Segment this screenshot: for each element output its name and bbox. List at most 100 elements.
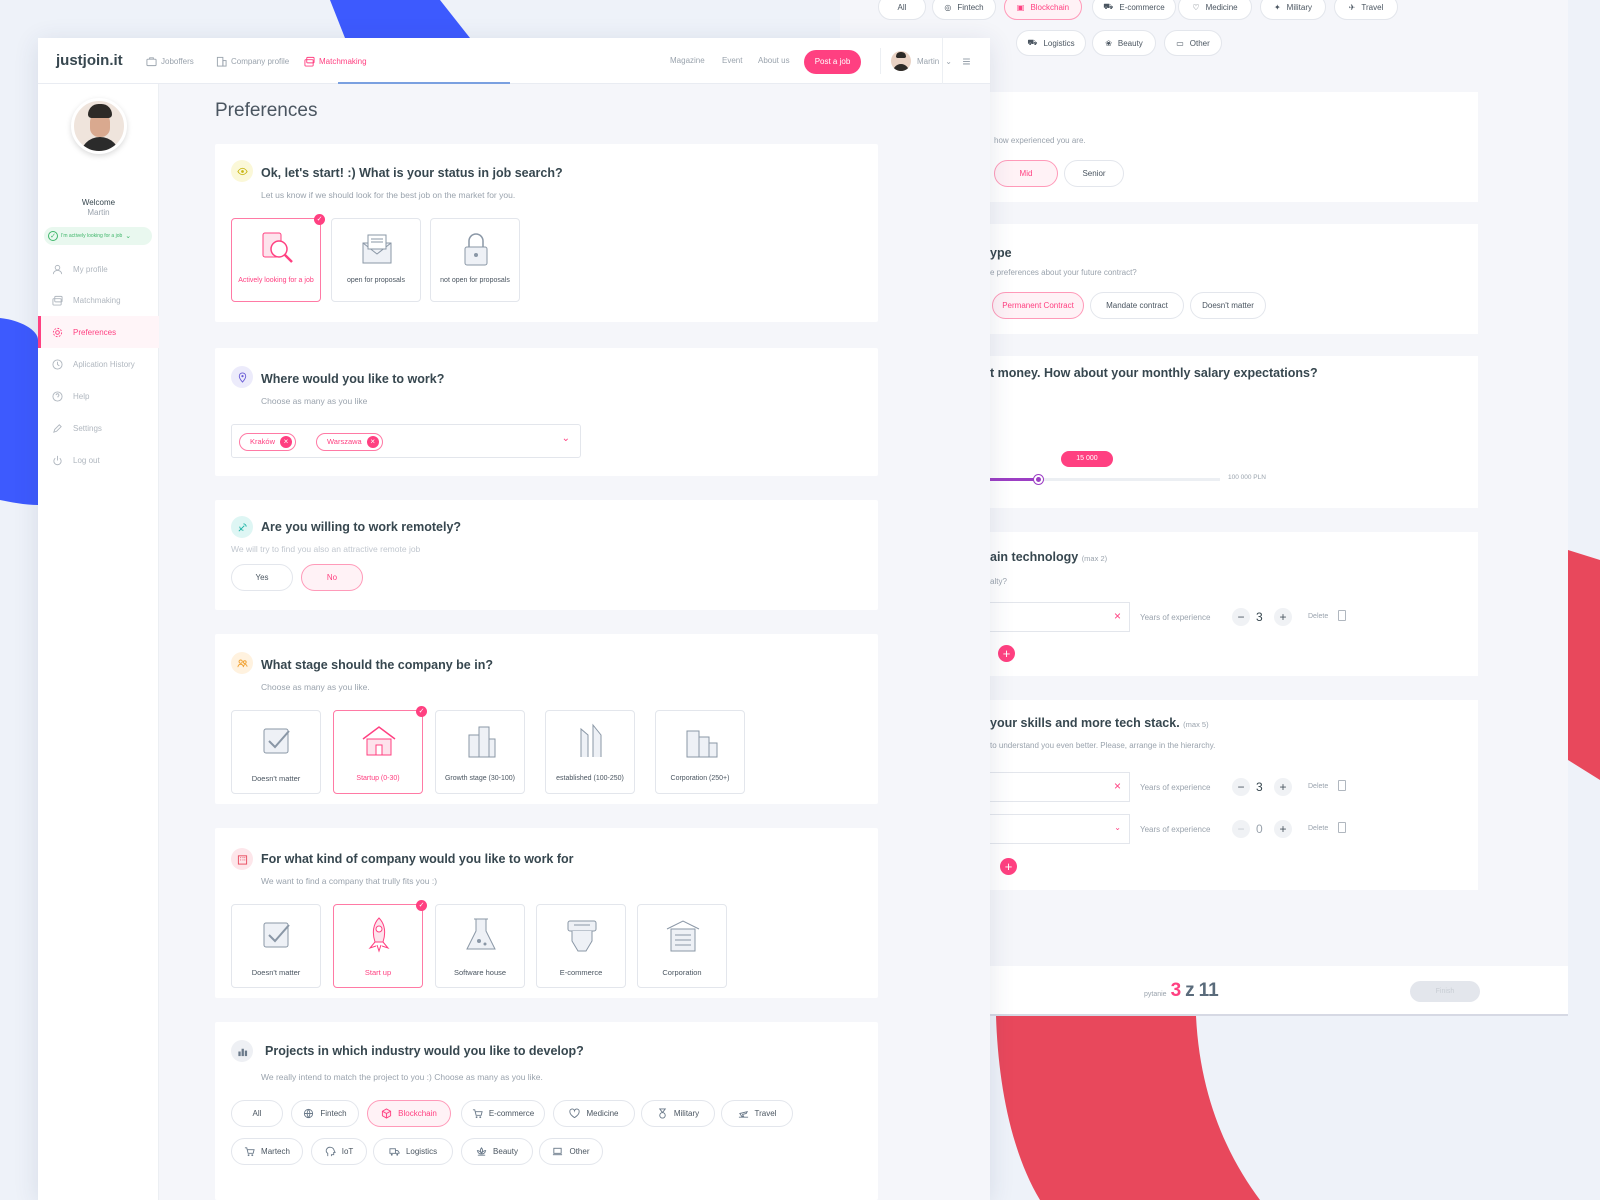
back-tech-input[interactable]: × xyxy=(990,602,1130,632)
back-skills-card: your skills and more tech stack. (max 5)… xyxy=(990,700,1478,890)
back-experience-subtitle: how experienced you are. xyxy=(994,136,1086,145)
sidebar-item-matchmaking[interactable]: Matchmaking xyxy=(38,284,159,316)
back-skill-select-2[interactable]: ⌄ xyxy=(990,814,1130,844)
stage-corporation[interactable]: Corporation (250+) xyxy=(655,710,745,794)
question-job-status: Ok, let's start! :) What is your status … xyxy=(215,144,878,322)
clear-icon[interactable]: × xyxy=(1114,609,1121,623)
back-exp-mid[interactable]: Mid xyxy=(994,160,1058,187)
remove-chip-icon[interactable]: × xyxy=(280,436,293,448)
add-tech-button[interactable]: + xyxy=(998,645,1015,662)
back-tag-all[interactable]: All xyxy=(878,0,926,20)
medal-icon: ✦ xyxy=(1273,2,1281,12)
location-multiselect[interactable]: Kraków × Warszawa × ⌄ xyxy=(231,424,581,458)
industry-tag-logistics[interactable]: Logistics xyxy=(373,1138,453,1165)
stage-startup[interactable]: Startup (0-30) ✓ xyxy=(333,706,427,794)
add-skill-button[interactable]: + xyxy=(1000,858,1017,875)
stage-established[interactable]: established (100-250) xyxy=(545,710,635,794)
finish-button[interactable]: Finish xyxy=(1410,981,1480,1002)
salary-slider-track[interactable] xyxy=(990,475,1220,484)
stage-doesnt-matter[interactable]: Doesn't matter xyxy=(231,710,321,794)
back-tech-subtitle: alty? xyxy=(990,577,1007,586)
delete-button[interactable]: Delete xyxy=(1308,825,1328,832)
link-event[interactable]: Event xyxy=(722,56,742,65)
chevron-down-icon[interactable]: ⌄ xyxy=(562,433,570,444)
industry-tag-fintech[interactable]: Fintech xyxy=(291,1100,359,1127)
delete-button[interactable]: Delete xyxy=(1308,783,1328,790)
clear-icon[interactable]: × xyxy=(1114,779,1121,793)
back-tag-ecommerce[interactable]: ⛟ E-commerce xyxy=(1092,0,1176,20)
back-skill-input-1[interactable]: × xyxy=(990,772,1130,802)
industry-tag-iot[interactable]: IoT xyxy=(311,1138,367,1165)
back-exp-senior[interactable]: Senior xyxy=(1064,160,1124,187)
industry-tag-travel[interactable]: Travel xyxy=(721,1100,793,1127)
sidebar-item-settings[interactable]: Settings xyxy=(38,412,159,444)
building-icon xyxy=(216,56,227,67)
industry-tag-other[interactable]: Other xyxy=(539,1138,603,1165)
kind-startup[interactable]: Start up ✓ xyxy=(333,900,427,988)
nav-matchmaking[interactable]: Matchmaking xyxy=(304,56,367,67)
back-tag-blockchain[interactable]: ▣ Blockchain xyxy=(1004,0,1082,20)
plus-button[interactable]: + xyxy=(1274,778,1292,796)
trash-icon[interactable] xyxy=(1338,822,1346,833)
plus-button[interactable]: + xyxy=(1274,608,1292,626)
option-actively-looking[interactable]: Actively looking for a job ✓ xyxy=(231,214,325,302)
back-tag-medicine[interactable]: ♡ Medicine xyxy=(1178,0,1252,20)
industry-tag-ecommerce[interactable]: E-commerce xyxy=(461,1100,545,1127)
trash-icon[interactable] xyxy=(1338,610,1346,621)
industry-tag-martech[interactable]: Martech xyxy=(231,1138,303,1165)
option-open-for-proposals[interactable]: open for proposals xyxy=(331,218,421,302)
check-circle-icon: ✓ xyxy=(48,231,58,241)
back-skills-subtitle: to understand you even better. Please, a… xyxy=(990,741,1216,750)
back-tag-travel[interactable]: ✈ Travel xyxy=(1334,0,1398,20)
industry-tag-beauty[interactable]: Beauty xyxy=(461,1138,533,1165)
back-tag-logistics[interactable]: ⛟ Logistics xyxy=(1016,30,1086,56)
house-icon xyxy=(362,726,396,756)
back-tag-fintech[interactable]: ◎ Fintech xyxy=(932,0,996,20)
industry-tag-military[interactable]: Military xyxy=(641,1100,715,1127)
remote-yes-button[interactable]: Yes xyxy=(231,564,293,591)
back-tag-other[interactable]: ▭ Other xyxy=(1164,30,1222,56)
industry-tag-all[interactable]: All xyxy=(231,1100,283,1127)
sidebar-item-application-history[interactable]: Aplication History xyxy=(38,348,159,380)
sidebar-item-preferences[interactable]: Preferences xyxy=(38,316,159,348)
trash-icon[interactable] xyxy=(1338,780,1346,791)
remote-no-button[interactable]: No xyxy=(301,564,363,591)
plus-button[interactable]: + xyxy=(1274,820,1292,838)
sidebar-item-help[interactable]: Help xyxy=(38,380,159,412)
kind-corporation[interactable]: Corporation xyxy=(637,904,727,988)
pager-current: 3 xyxy=(1170,980,1182,1001)
question-subtitle: We really intend to match the project to… xyxy=(261,1072,543,1082)
people-icon xyxy=(231,652,253,674)
sidebar-item-log-out[interactable]: Log out xyxy=(38,444,159,476)
link-about-us[interactable]: About us xyxy=(758,56,790,65)
question-title: For what kind of company would you like … xyxy=(261,852,574,866)
remove-chip-icon[interactable]: × xyxy=(366,436,379,448)
hamburger-menu-icon[interactable]: ≡ xyxy=(942,38,990,84)
minus-button[interactable]: − xyxy=(1232,820,1250,838)
logo[interactable]: justjoin.it xyxy=(56,52,123,69)
minus-button[interactable]: − xyxy=(1232,608,1250,626)
option-not-open-for-proposals[interactable]: not open for proposals xyxy=(430,218,520,302)
kind-doesnt-matter[interactable]: Doesn't matter xyxy=(231,904,321,988)
stage-growth[interactable]: Growth stage (30-100) xyxy=(435,710,525,794)
kind-ecommerce[interactable]: E-commerce xyxy=(536,904,626,988)
minus-button[interactable]: − xyxy=(1232,778,1250,796)
back-contract-doesnt-matter[interactable]: Doesn't matter xyxy=(1190,292,1266,319)
nav-company-profile[interactable]: Company profile xyxy=(216,56,289,67)
back-contract-permanent[interactable]: Permanent Contract xyxy=(992,292,1084,319)
post-job-button[interactable]: Post a job xyxy=(804,50,861,74)
industry-tag-blockchain[interactable]: Blockchain xyxy=(367,1100,451,1127)
sidebar-item-my-profile[interactable]: My profile xyxy=(38,253,159,285)
back-tag-military[interactable]: ✦ Military xyxy=(1260,0,1326,20)
link-magazine[interactable]: Magazine xyxy=(670,56,705,65)
back-contract-mandate[interactable]: Mandate contract xyxy=(1090,292,1184,319)
back-tag-beauty[interactable]: ❀ Beauty xyxy=(1092,30,1156,56)
nav-joboffers[interactable]: Joboffers xyxy=(146,56,194,67)
question-title: Projects in which industry would you lik… xyxy=(265,1044,584,1058)
job-status-dropdown[interactable]: ✓ I'm actively looking for a job ⌄ xyxy=(44,227,152,245)
location-chip-krakow: Kraków × xyxy=(239,433,297,451)
kind-software-house[interactable]: Software house xyxy=(435,904,525,988)
industry-tag-medicine[interactable]: Medicine xyxy=(553,1100,635,1127)
salary-slider-handle[interactable] xyxy=(1034,475,1043,484)
delete-button[interactable]: Delete xyxy=(1308,613,1328,620)
